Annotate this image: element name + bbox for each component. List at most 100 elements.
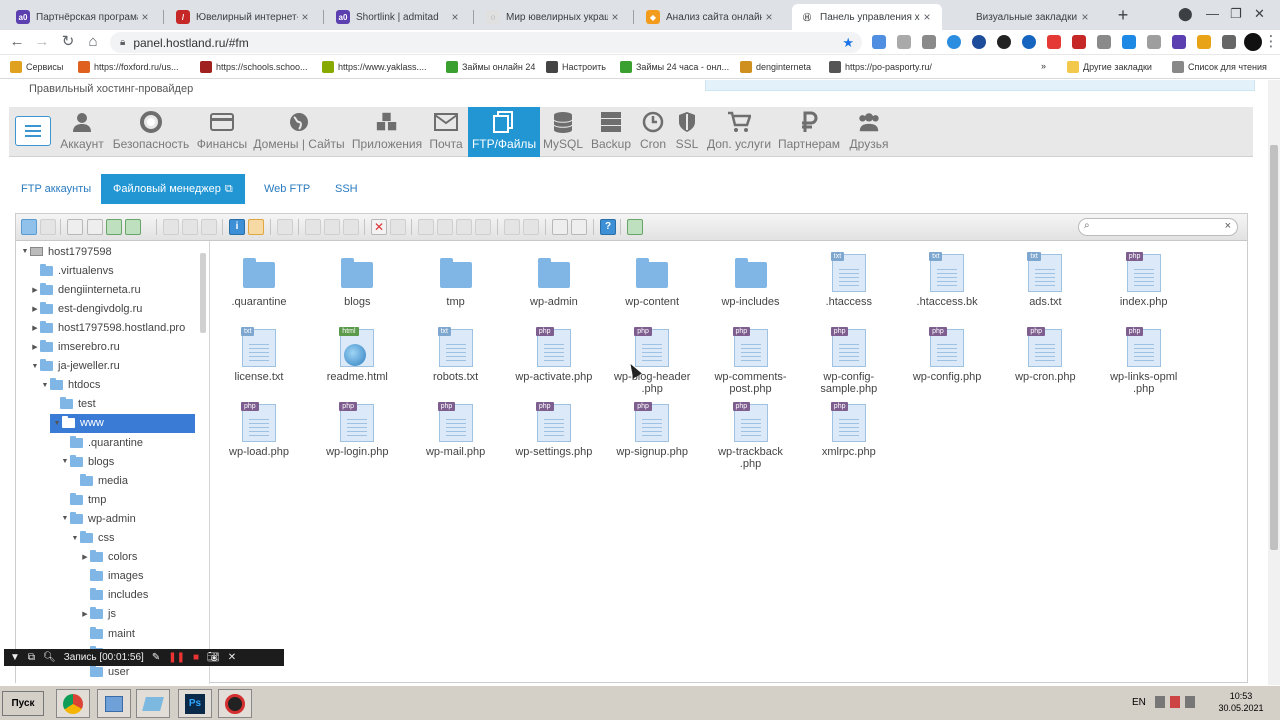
file-item[interactable]: php wp-links-opml .php	[1095, 323, 1193, 395]
folder-item[interactable]: wp-includes	[702, 248, 800, 308]
subtab-2[interactable]: Web FTP	[252, 174, 322, 204]
tree-item[interactable]: ▼ www	[50, 413, 195, 433]
restore-button[interactable]: ❐	[1230, 6, 1242, 22]
seo-extension-icon[interactable]	[1022, 35, 1036, 49]
file-item[interactable]: php xmlrpc.php	[800, 398, 898, 458]
recorder-menu-icon[interactable]: ▼	[10, 652, 20, 663]
reading-list[interactable]: Список для чтения	[1172, 61, 1267, 73]
menu-kebab-icon[interactable]: ⋮	[1262, 33, 1280, 51]
bookmark-item[interactable]: Займы онлайн 24	[446, 61, 535, 73]
subtab-3[interactable]: SSH	[323, 174, 370, 204]
download-icon[interactable]	[182, 219, 198, 235]
back-icon[interactable]	[21, 219, 37, 235]
nav-item-card[interactable]: Финансы	[194, 107, 250, 157]
translate-extension-icon[interactable]	[872, 35, 886, 49]
archive-icon[interactable]	[475, 219, 491, 235]
tray-volume-icon[interactable]	[1185, 696, 1195, 708]
file-item[interactable]: php wp-mail.php	[407, 398, 505, 458]
nav-item-cart[interactable]: Доп. услуги	[704, 107, 774, 157]
tree-item[interactable]: ▼ blogs	[16, 452, 209, 471]
nav-item-clock[interactable]: Cron	[637, 107, 669, 157]
resize-icon[interactable]	[456, 219, 472, 235]
flag-extension-icon[interactable]	[1197, 35, 1211, 49]
file-item[interactable]: php wp-signup.php	[603, 398, 701, 458]
copy-icon[interactable]	[305, 219, 321, 235]
file-item[interactable]: php wp-settings.php	[505, 398, 603, 458]
cut-icon[interactable]	[324, 219, 340, 235]
extract-icon[interactable]	[248, 219, 264, 235]
browser-tab[interactable]: Визуальные закладки ×	[948, 4, 1100, 30]
collapse-arrow-icon[interactable]: ▼	[30, 363, 40, 370]
expand-arrow-icon[interactable]: ▶	[30, 343, 40, 351]
explorer-taskbar-icon[interactable]	[97, 689, 131, 718]
fullscreen-icon[interactable]	[627, 219, 643, 235]
tree-item[interactable]: ▶ host1797598.hostland.pro	[16, 318, 209, 337]
globe-extension-icon[interactable]	[972, 35, 986, 49]
file-item[interactable]: php wp-login.php	[308, 398, 406, 458]
open-icon[interactable]	[163, 219, 179, 235]
home-icon[interactable]: ⌂	[84, 33, 102, 51]
folder-item[interactable]: blogs	[308, 248, 406, 308]
minimize-button[interactable]: —	[1206, 6, 1219, 21]
tray-network-icon[interactable]	[1155, 696, 1165, 708]
browser-tab[interactable]: / Ювелирный интернет-ма×	[168, 4, 320, 30]
tree-item[interactable]: ▼ ja-jeweller.ru	[16, 357, 209, 376]
shield-extension-icon[interactable]	[897, 35, 911, 49]
tab-close-icon[interactable]: ×	[920, 10, 934, 24]
nav-item-envelope[interactable]: Почта	[427, 107, 465, 157]
tree-item[interactable]: test	[16, 395, 209, 414]
expand-arrow-icon[interactable]: ▶	[80, 610, 90, 618]
blue-extension-icon[interactable]	[947, 35, 961, 49]
file-item[interactable]: php wp-config- sample.php	[800, 323, 898, 395]
tree-item[interactable]: ▶ imserebro.ru	[16, 338, 209, 357]
nav-item-globe[interactable]: Домены | Сайты	[253, 107, 345, 157]
view-icon[interactable]	[277, 219, 293, 235]
puzzle-extension-icon[interactable]	[1222, 35, 1236, 49]
folder-item[interactable]: tmp	[407, 248, 505, 308]
tree-item[interactable]: ▼ host1797598	[16, 242, 209, 261]
admitad-extension-icon[interactable]	[1172, 35, 1186, 49]
new-tab-button[interactable]: +	[1115, 6, 1131, 24]
tray-security-icon[interactable]	[1170, 696, 1180, 708]
duplicate-icon[interactable]	[390, 219, 406, 235]
bookmark-item[interactable]: denginterneta	[740, 61, 811, 73]
tree-item[interactable]: ▶ est-dengivdolg.ru	[16, 299, 209, 318]
expand-arrow-icon[interactable]: ▶	[80, 553, 90, 561]
file-item[interactable]: php wp-blog-header .php	[603, 323, 701, 395]
recorder-taskbar-icon[interactable]	[218, 689, 252, 718]
dots-extension-icon[interactable]	[1047, 35, 1061, 49]
nav-item-cubes[interactable]: Приложения	[349, 107, 425, 157]
tree-item[interactable]: .virtualenvs	[16, 261, 209, 280]
tab-search-icon[interactable]: ⬤	[1178, 6, 1193, 22]
nav-item-lifebuoy[interactable]: Безопасность	[110, 107, 192, 157]
tree-item[interactable]: ▶ js	[16, 605, 209, 624]
nav-item-database[interactable]: MySQL	[541, 107, 585, 157]
expand-arrow-icon[interactable]: ▶	[30, 286, 40, 294]
browser-tab[interactable]: a0 Shortlink | admitad ×	[328, 4, 470, 30]
tab-close-icon[interactable]: ×	[608, 10, 622, 24]
save-extension-icon[interactable]	[1122, 35, 1136, 49]
tree-item[interactable]: includes	[16, 586, 209, 605]
other-bookmarks[interactable]: Другие закладки	[1067, 61, 1152, 73]
bookmark-item[interactable]: Займы 24 часа - онл...	[620, 61, 729, 73]
icon-view-icon[interactable]	[571, 219, 587, 235]
page-scrollbar-thumb[interactable]	[1270, 145, 1278, 550]
bookmark-item[interactable]: Настроить	[546, 61, 606, 73]
compress-icon[interactable]	[504, 219, 520, 235]
recorder-window-icon[interactable]: ⧉	[28, 652, 35, 663]
bookmark-item[interactable]: https://schools.schoo...	[200, 61, 308, 73]
list-view-icon[interactable]	[552, 219, 568, 235]
profile-avatar[interactable]	[1244, 33, 1262, 51]
rename-icon[interactable]	[418, 219, 434, 235]
file-item[interactable]: txt robots.txt	[407, 323, 505, 383]
folder-item[interactable]: wp-content	[603, 248, 701, 308]
tree-item[interactable]: ▼ htdocs	[16, 376, 209, 395]
recorder-camera-icon[interactable]: 📷︎	[207, 652, 220, 663]
subtab-1[interactable]: Файловый менеджер ⧉	[101, 174, 245, 204]
system-clock[interactable]: 10:53 30.05.2021	[1208, 690, 1274, 714]
file-item[interactable]: php index.php	[1095, 248, 1193, 308]
file-item[interactable]: php wp-load.php	[210, 398, 308, 458]
bookmark-item[interactable]: Сервисы	[10, 61, 63, 73]
tree-item[interactable]: ▼ css	[16, 529, 209, 548]
fm-search-input[interactable]: ⌕ ×	[1078, 218, 1238, 236]
